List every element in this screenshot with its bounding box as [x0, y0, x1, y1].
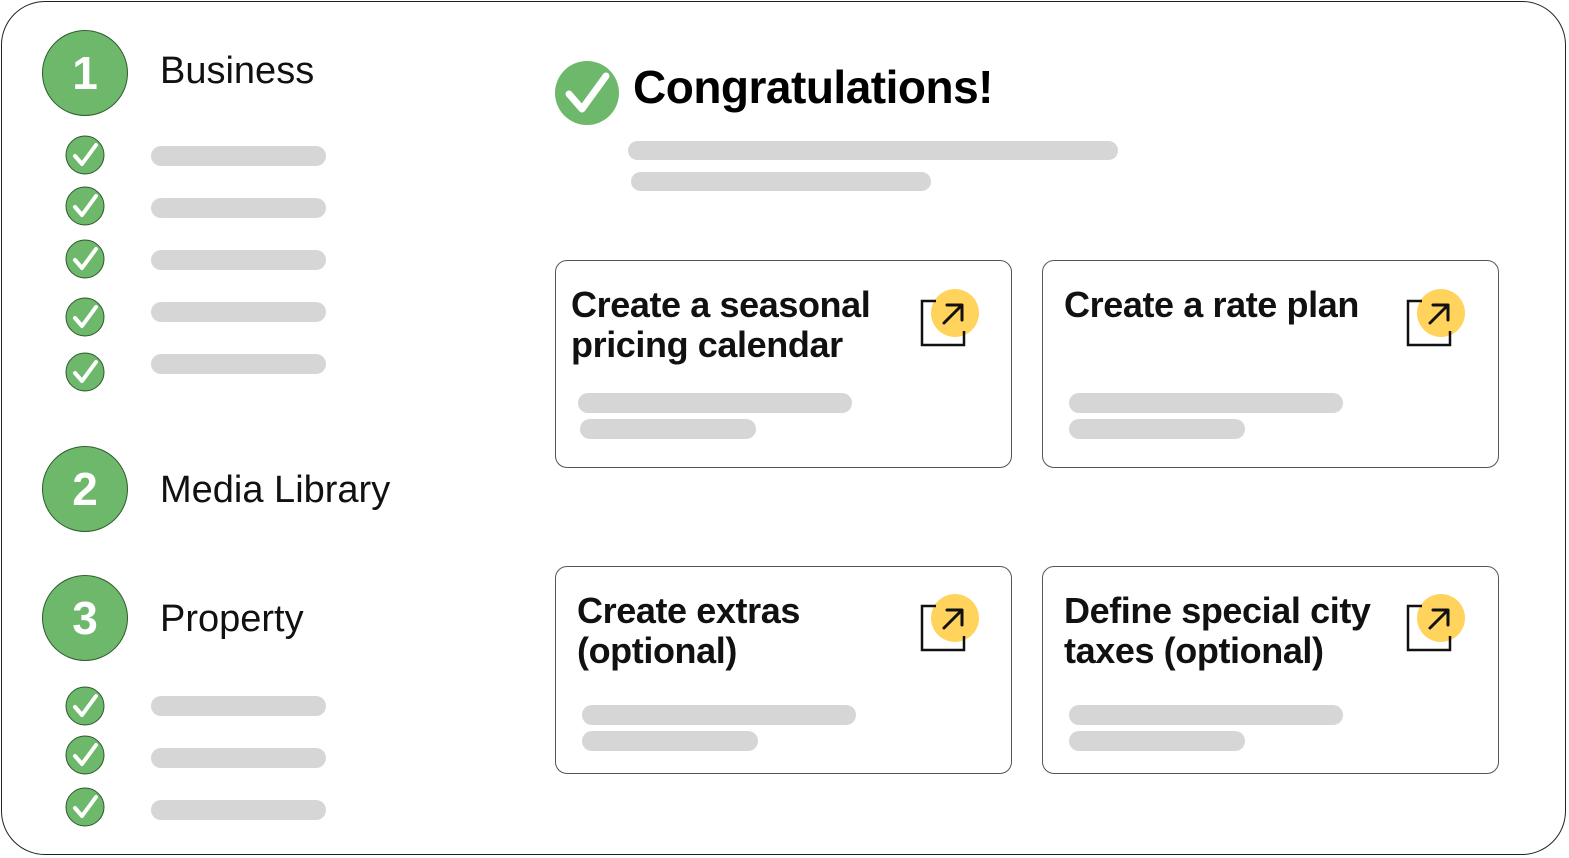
check-icon — [65, 686, 105, 726]
card-title: Define special city taxes (optional) — [1064, 590, 1371, 671]
subtitle-placeholder — [628, 141, 1118, 160]
card-desc-placeholder — [578, 393, 852, 413]
external-link-icon[interactable] — [1402, 287, 1466, 351]
step-2-label[interactable]: Media Library — [160, 469, 390, 512]
check-icon — [65, 352, 105, 392]
card-desc-placeholder — [1069, 419, 1245, 439]
external-link-icon[interactable] — [1402, 592, 1466, 656]
checklist-placeholder — [151, 146, 326, 166]
card-desc-placeholder — [1069, 731, 1245, 751]
check-icon — [65, 135, 105, 175]
subtitle-placeholder — [631, 172, 931, 191]
card-title: Create a rate plan — [1064, 284, 1359, 325]
card-create-extras[interactable]: Create extras (optional) — [555, 566, 1012, 774]
checklist-placeholder — [151, 696, 326, 716]
check-icon — [65, 239, 105, 279]
card-rate-plan[interactable]: Create a rate plan — [1042, 260, 1499, 468]
card-desc-placeholder — [580, 419, 756, 439]
step-2-number: 2 — [72, 463, 98, 515]
checklist-placeholder — [151, 354, 326, 374]
checklist-placeholder — [151, 250, 326, 270]
check-icon — [65, 186, 105, 226]
checklist-placeholder — [151, 800, 326, 820]
card-desc-placeholder — [582, 731, 758, 751]
card-desc-placeholder — [1069, 393, 1343, 413]
check-icon — [65, 787, 105, 827]
checklist-placeholder — [151, 198, 326, 218]
page-title: Congratulations! — [633, 61, 993, 113]
card-city-taxes[interactable]: Define special city taxes (optional) — [1042, 566, 1499, 774]
step-3-number: 3 — [72, 592, 98, 644]
check-icon — [65, 735, 105, 775]
card-desc-placeholder — [1069, 705, 1343, 725]
card-title: Create a seasonal pricing calendar — [571, 284, 871, 365]
step-3-badge: 3 — [42, 575, 128, 661]
checklist-placeholder — [151, 748, 326, 768]
step-1-number: 1 — [72, 47, 98, 99]
step-2-badge: 2 — [42, 446, 128, 532]
check-icon — [65, 297, 105, 337]
step-3-label[interactable]: Property — [160, 598, 304, 641]
card-desc-placeholder — [582, 705, 856, 725]
card-seasonal-pricing-calendar[interactable]: Create a seasonal pricing calendar — [555, 260, 1012, 468]
external-link-icon[interactable] — [916, 592, 980, 656]
checklist-placeholder — [151, 302, 326, 322]
step-1-label[interactable]: Business — [160, 50, 314, 93]
success-check-icon — [555, 61, 619, 125]
step-1-badge: 1 — [42, 30, 128, 116]
external-link-icon[interactable] — [916, 287, 980, 351]
card-title: Create extras (optional) — [577, 590, 800, 671]
